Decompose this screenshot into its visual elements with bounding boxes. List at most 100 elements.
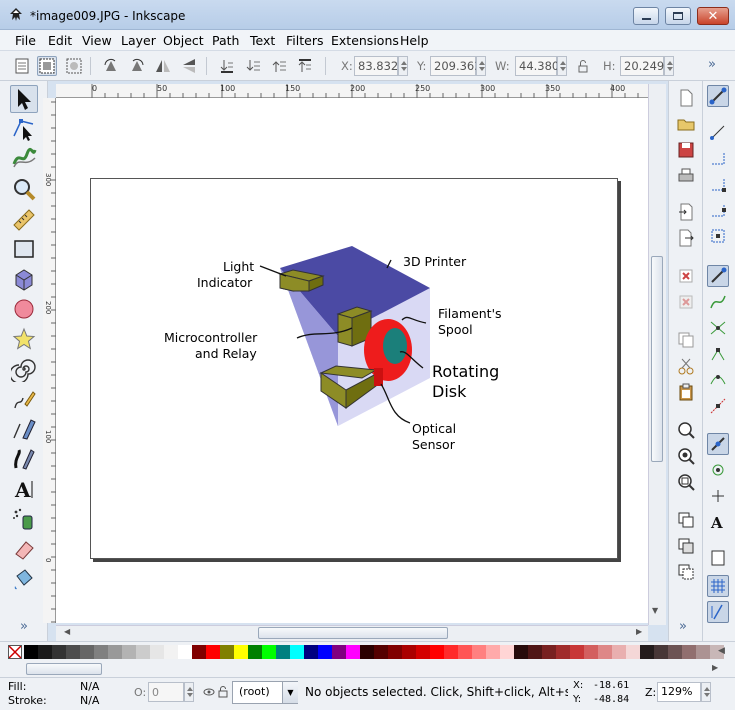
y-spinner[interactable] bbox=[476, 56, 486, 76]
print-button[interactable] bbox=[675, 165, 697, 187]
menu-object[interactable]: Object bbox=[163, 33, 204, 48]
snap-text-baseline-button[interactable]: A bbox=[707, 511, 729, 533]
raise-button[interactable] bbox=[269, 56, 289, 76]
color-swatch[interactable] bbox=[108, 645, 122, 659]
color-swatch[interactable] bbox=[206, 645, 220, 659]
maximize-button[interactable] bbox=[665, 7, 691, 25]
paste-button[interactable] bbox=[675, 381, 697, 403]
snap-guides-button[interactable] bbox=[707, 601, 729, 623]
color-swatch[interactable] bbox=[668, 645, 682, 659]
color-swatch[interactable] bbox=[584, 645, 598, 659]
deselect-button[interactable] bbox=[64, 56, 84, 76]
color-swatch[interactable] bbox=[612, 645, 626, 659]
pen-tool[interactable] bbox=[10, 415, 38, 443]
color-swatch[interactable] bbox=[500, 645, 514, 659]
menu-extensions[interactable]: Extensions bbox=[331, 33, 399, 48]
snap-grids-button[interactable] bbox=[707, 575, 729, 597]
color-swatch[interactable] bbox=[360, 645, 374, 659]
menu-layer[interactable]: Layer bbox=[121, 33, 156, 48]
import-button[interactable] bbox=[675, 201, 697, 223]
rotate-ccw-button[interactable] bbox=[101, 56, 121, 76]
w-field[interactable]: 44.380 bbox=[515, 56, 559, 76]
w-spinner[interactable] bbox=[557, 56, 567, 76]
snap-object-centers-button[interactable] bbox=[707, 459, 729, 481]
snap-nodes-button[interactable] bbox=[707, 265, 729, 287]
star-tool[interactable] bbox=[10, 325, 38, 353]
lower-to-bottom-button[interactable] bbox=[217, 56, 237, 76]
zoom-selection-button[interactable] bbox=[675, 419, 697, 441]
3d-box-tool[interactable] bbox=[10, 265, 38, 293]
palette-scrollbar[interactable]: ▶ bbox=[0, 661, 735, 677]
paint-bucket-tool[interactable] bbox=[10, 565, 38, 593]
spiral-tool[interactable] bbox=[9, 355, 38, 384]
color-swatch[interactable] bbox=[556, 645, 570, 659]
selector-tool[interactable] bbox=[10, 85, 38, 113]
save-button[interactable] bbox=[675, 139, 697, 161]
eye-icon[interactable] bbox=[203, 687, 215, 697]
menu-file[interactable]: File bbox=[15, 33, 36, 48]
color-swatch[interactable] bbox=[80, 645, 94, 659]
color-swatch[interactable] bbox=[346, 645, 360, 659]
toolbox-overflow-button[interactable]: » bbox=[20, 619, 28, 634]
menu-view[interactable]: View bbox=[82, 33, 112, 48]
open-button[interactable] bbox=[675, 113, 697, 135]
color-swatch[interactable] bbox=[122, 645, 136, 659]
h-field[interactable]: 20.249 bbox=[620, 56, 664, 76]
color-swatch[interactable] bbox=[262, 645, 276, 659]
menu-text[interactable]: Text bbox=[250, 33, 275, 48]
x-spinner[interactable] bbox=[398, 56, 408, 76]
scroll-right-arrow-icon[interactable]: ▶ bbox=[636, 627, 642, 636]
cut-button[interactable] bbox=[675, 355, 697, 377]
snap-toggle-button[interactable] bbox=[707, 85, 729, 107]
color-swatch[interactable] bbox=[318, 645, 332, 659]
color-swatch[interactable] bbox=[388, 645, 402, 659]
color-swatch[interactable] bbox=[682, 645, 696, 659]
scroll-left-arrow-icon[interactable]: ◀ bbox=[64, 627, 70, 636]
raise-to-top-button[interactable] bbox=[295, 56, 315, 76]
palette-scroll-right-icon[interactable]: ▶ bbox=[712, 663, 718, 672]
rectangle-tool[interactable] bbox=[10, 235, 38, 263]
color-swatch[interactable] bbox=[234, 645, 248, 659]
fill-value[interactable]: N/A bbox=[80, 680, 99, 693]
snap-bbox-button[interactable] bbox=[707, 121, 729, 143]
scroll-down-arrow-icon[interactable]: ▼ bbox=[652, 606, 658, 615]
menu-help[interactable]: Help bbox=[400, 33, 429, 48]
select-all-layers-button[interactable] bbox=[37, 56, 57, 76]
flip-horizontal-button[interactable] bbox=[153, 56, 173, 76]
menu-path[interactable]: Path bbox=[212, 33, 239, 48]
calligraphy-tool[interactable] bbox=[10, 445, 38, 473]
color-swatch[interactable] bbox=[374, 645, 388, 659]
opacity-field[interactable]: 0 bbox=[148, 682, 184, 702]
rotate-cw-button[interactable] bbox=[127, 56, 147, 76]
text-tool[interactable]: A bbox=[10, 475, 38, 503]
palette-scroll-thumb[interactable] bbox=[26, 663, 102, 675]
eraser-tool[interactable] bbox=[10, 535, 38, 563]
color-swatch[interactable] bbox=[528, 645, 542, 659]
h-spinner[interactable] bbox=[664, 56, 674, 76]
y-field[interactable]: 209.363 bbox=[430, 56, 482, 76]
snap-intersections-button[interactable] bbox=[707, 317, 729, 339]
snap-others-button[interactable] bbox=[707, 433, 729, 455]
zoom-page-button[interactable] bbox=[675, 471, 697, 493]
color-swatch[interactable] bbox=[444, 645, 458, 659]
color-swatch[interactable] bbox=[416, 645, 430, 659]
lock-proportions-button[interactable] bbox=[573, 56, 593, 76]
color-swatch[interactable] bbox=[150, 645, 164, 659]
color-swatch[interactable] bbox=[430, 645, 444, 659]
color-swatch[interactable] bbox=[486, 645, 500, 659]
tweak-tool[interactable] bbox=[10, 143, 38, 171]
color-swatch[interactable] bbox=[276, 645, 290, 659]
color-swatch[interactable] bbox=[696, 645, 710, 659]
chevron-down-icon[interactable]: ▼ bbox=[282, 682, 298, 703]
stroke-value[interactable]: N/A bbox=[80, 694, 99, 707]
no-paint-swatch[interactable] bbox=[8, 645, 22, 659]
horizontal-scroll-thumb[interactable] bbox=[258, 627, 448, 639]
color-swatch[interactable] bbox=[192, 645, 206, 659]
menu-edit[interactable]: Edit bbox=[48, 33, 72, 48]
x-field[interactable]: 83.832 bbox=[354, 56, 398, 76]
snap-cusp-nodes-button[interactable] bbox=[707, 343, 729, 365]
select-all-button[interactable] bbox=[12, 56, 32, 76]
node-tool[interactable] bbox=[10, 115, 38, 143]
lower-button[interactable] bbox=[243, 56, 263, 76]
zoom-drawing-button[interactable] bbox=[675, 445, 697, 467]
